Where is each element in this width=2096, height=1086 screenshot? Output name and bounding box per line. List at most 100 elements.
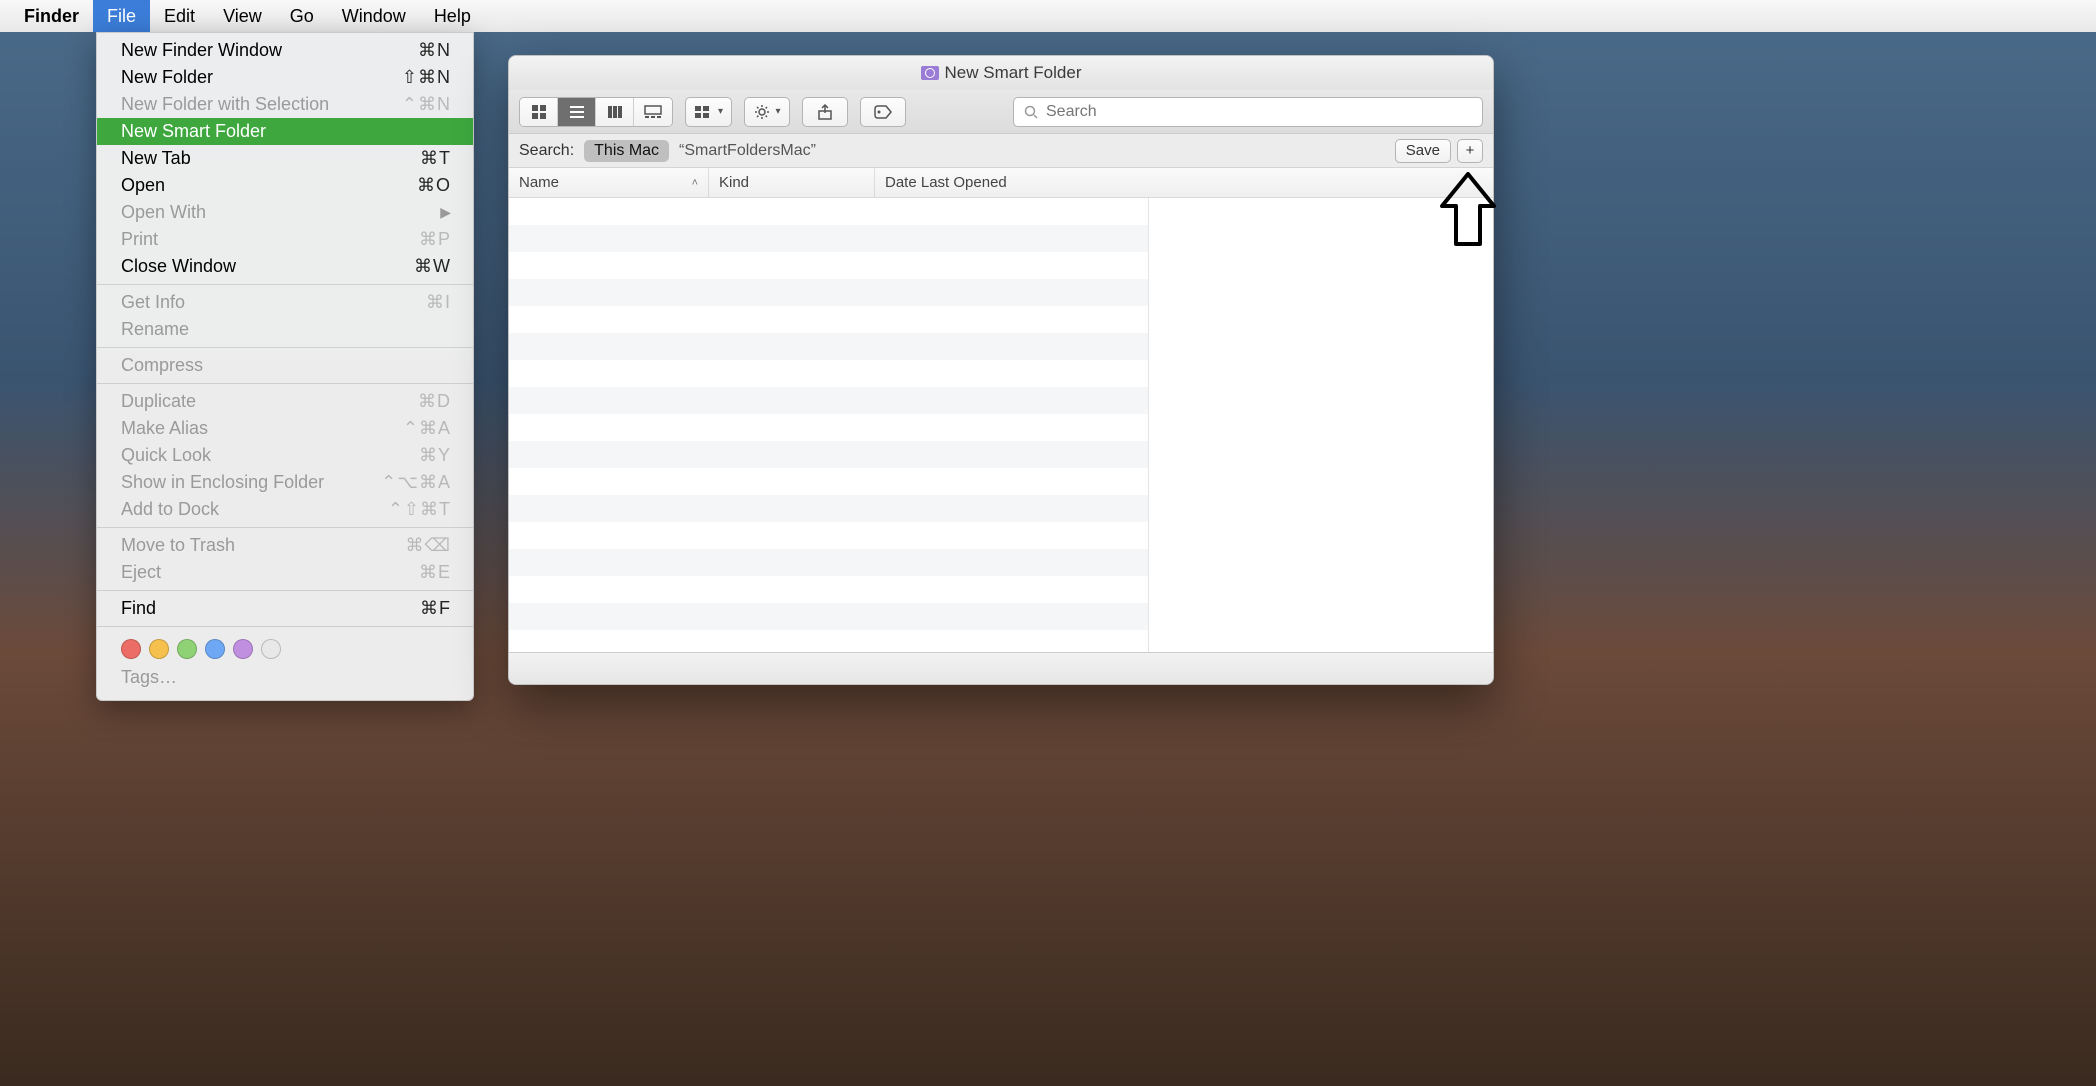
status-bar [509,652,1493,684]
add-rule-button[interactable]: + [1457,139,1483,163]
gallery-icon [644,105,662,119]
action-button[interactable]: ▾ [744,97,790,127]
column-label: Date Last Opened [885,174,1007,191]
chevron-right-icon: ▶ [440,204,451,221]
menu-item-shortcut: ⌘F [420,598,451,619]
menu-item-label: Add to Dock [121,499,219,520]
menu-item-close-window[interactable]: Close Window ⌘W [97,253,473,280]
menu-item-shortcut: ⌘⌫ [406,535,451,556]
menu-item-label: Show in Enclosing Folder [121,472,324,493]
menubar-item-window[interactable]: Window [328,0,420,32]
menu-item-label: Eject [121,562,161,583]
list-row [509,441,1148,468]
menu-item-shortcut: ⌃⌘N [402,94,451,115]
list-row [509,279,1148,306]
menubar-item-edit[interactable]: Edit [150,0,209,32]
menu-item-make-alias: Make Alias ⌃⌘A [97,415,473,442]
menu-item-shortcut: ⌘Y [419,445,451,466]
save-search-button[interactable]: Save [1395,139,1451,163]
list-row [509,225,1148,252]
menu-item-label: New Folder with Selection [121,94,329,115]
menu-item-shortcut: ⌘N [418,40,451,61]
list-icon [569,104,585,120]
menu-item-find[interactable]: Find ⌘F [97,595,473,622]
file-list[interactable] [509,198,1149,652]
menubar-item-help[interactable]: Help [420,0,485,32]
menu-item-new-tab[interactable]: New Tab ⌘T [97,145,473,172]
list-row [509,387,1148,414]
column-header-date-last-opened[interactable]: Date Last Opened [875,168,1493,197]
arrange-button[interactable]: ▾ [685,97,732,127]
menu-item-label: Make Alias [121,418,208,439]
view-column-button[interactable] [596,98,634,126]
menu-item-shortcut: ⇧⌘N [402,67,451,88]
column-header-name[interactable]: Name ˄ [509,168,709,197]
edit-tags-button[interactable] [860,97,906,127]
tag-gray-icon [261,639,281,659]
menu-item-label: Move to Trash [121,535,235,556]
list-row [509,360,1148,387]
view-list-button[interactable] [558,98,596,126]
menu-separator [97,347,473,348]
menu-item-quick-look: Quick Look ⌘Y [97,442,473,469]
menu-item-move-to-trash: Move to Trash ⌘⌫ [97,532,473,559]
tag-red-icon [121,639,141,659]
menu-item-label: Open With [121,202,206,223]
columns-header: Name ˄ Kind Date Last Opened [509,168,1493,198]
scope-bar: Search: This Mac “SmartFoldersMac” Save … [509,134,1493,168]
menu-item-eject: Eject ⌘E [97,559,473,586]
gear-icon [754,104,770,120]
column-header-kind[interactable]: Kind [709,168,875,197]
menu-item-open-with: Open With ▶ [97,199,473,226]
menu-item-tags: Tags… [97,665,473,696]
columns-icon [607,104,623,120]
menu-item-get-info: Get Info ⌘I [97,289,473,316]
tag-yellow-icon [149,639,169,659]
menu-item-label: New Folder [121,67,213,88]
list-row [509,306,1148,333]
list-row [509,468,1148,495]
menubar-app[interactable]: Finder [10,0,93,32]
menu-item-new-folder[interactable]: New Folder ⇧⌘N [97,64,473,91]
view-icon-button[interactable] [520,98,558,126]
menu-separator [97,383,473,384]
search-input[interactable] [1046,103,1472,121]
menu-separator [97,626,473,627]
menu-item-label: Open [121,175,165,196]
list-row [509,549,1148,576]
menu-item-shortcut: ⌘W [414,256,451,277]
menu-item-new-smart-folder[interactable]: New Smart Folder [97,118,473,145]
menu-item-label: Print [121,229,158,250]
share-button[interactable] [802,97,848,127]
column-label: Kind [719,174,749,191]
search-field[interactable] [1013,97,1483,127]
view-gallery-button[interactable] [634,98,672,126]
view-mode-group [519,97,673,127]
menu-separator [97,527,473,528]
tag-icon [874,105,892,119]
window-titlebar[interactable]: New Smart Folder [509,56,1493,90]
grid-icon [531,104,547,120]
menu-item-open[interactable]: Open ⌘O [97,172,473,199]
menu-item-new-finder-window[interactable]: New Finder Window ⌘N [97,37,473,64]
scope-location[interactable]: “SmartFoldersMac” [679,142,816,160]
menubar-item-view[interactable]: View [209,0,276,32]
menu-item-label: Get Info [121,292,185,313]
chevron-down-icon: ▾ [776,106,781,117]
menubar-item-go[interactable]: Go [276,0,328,32]
chevron-up-icon: ˄ [692,177,698,189]
menu-item-label: New Smart Folder [121,121,266,142]
menu-item-print: Print ⌘P [97,226,473,253]
menu-separator [97,284,473,285]
list-row [509,333,1148,360]
menubar-item-file[interactable]: File [93,0,150,32]
menu-item-shortcut: ⌃⌥⌘A [381,472,451,493]
menu-item-label: Close Window [121,256,236,277]
list-row [509,252,1148,279]
menu-item-add-to-dock: Add to Dock ⌃⇧⌘T [97,496,473,523]
scope-this-mac[interactable]: This Mac [584,140,669,162]
menu-item-shortcut: ⌘E [419,562,451,583]
list-row [509,576,1148,603]
menu-item-shortcut: ⌃⇧⌘T [388,499,451,520]
share-icon [818,104,832,120]
